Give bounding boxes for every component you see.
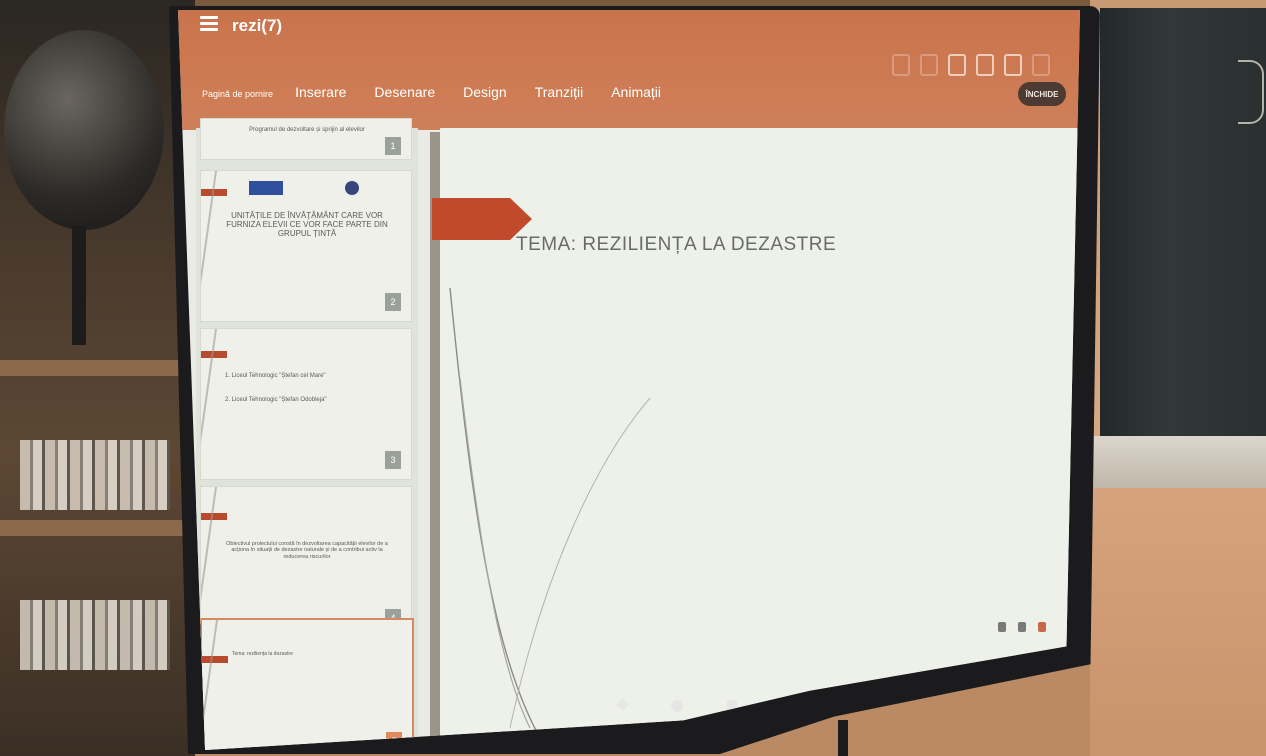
- chalk-drawing: [1238, 60, 1264, 124]
- accent-bar: [202, 656, 228, 663]
- books: [20, 600, 170, 670]
- decorative-line: [201, 487, 217, 637]
- ribbon-tabs: Pagină de pornire Inserare Desenare Desi…: [202, 84, 689, 100]
- notification-icon: [1038, 622, 1046, 632]
- wifi-icon: [998, 622, 1006, 632]
- document-title: rezi(7): [232, 16, 283, 35]
- bookshelf: [0, 0, 195, 756]
- shelf-board: [0, 520, 195, 536]
- slide-thumbnail-3[interactable]: 1. Liceul Tehnologic "Ștefan cel Mare" 2…: [200, 328, 412, 480]
- books: [20, 440, 170, 510]
- edit-icon[interactable]: [1004, 54, 1022, 76]
- thumbnail-text: 2. Liceul Tehnologic "Ștefan Odobleja": [225, 397, 327, 403]
- tab-insert[interactable]: Inserare: [295, 84, 346, 100]
- home-icon[interactable]: [671, 700, 683, 712]
- undo-icon[interactable]: [892, 54, 910, 76]
- tab-transitions[interactable]: Tranziții: [535, 84, 584, 100]
- slide-number: 3: [385, 451, 401, 469]
- accent-bar: [201, 351, 227, 358]
- tab-animations[interactable]: Animații: [611, 84, 661, 100]
- slide-decorative-lines: [449, 287, 651, 739]
- redo-icon[interactable]: [920, 54, 938, 76]
- globe-stand: [72, 225, 86, 345]
- monitor-stand: [838, 720, 848, 756]
- blackboard-frame: [1090, 436, 1266, 488]
- slide-thumbnail-1[interactable]: Programul de dezvoltare și sprijin al el…: [200, 118, 412, 160]
- tab-home[interactable]: Pagină de pornire: [202, 89, 273, 99]
- tab-design[interactable]: Design: [463, 84, 507, 100]
- slide-thumbnail-5[interactable]: Tema: reziliența la dezastre 5: [200, 618, 414, 750]
- screen: rezi(7) Pagină de pornire Inserare Desen…: [178, 10, 1080, 750]
- slide-number: 1: [385, 137, 401, 155]
- thumbnail-text: UNITĂȚILE DE ÎNVĂȚĂMÂNT CARE VOR FURNIZA…: [226, 211, 388, 239]
- battery-icon: [1018, 622, 1026, 632]
- slide-number: 2: [385, 293, 401, 311]
- slide-thumbnail-2[interactable]: UNITĂȚILE DE ÎNVĂȚĂMÂNT CARE VOR FURNIZA…: [200, 170, 412, 322]
- slide-thumbnails-panel[interactable]: Programul de dezvoltare și sprijin al el…: [196, 118, 418, 750]
- globe: [4, 30, 164, 230]
- slide-thumbnail-4[interactable]: Obiectivul proiectului constă în dezvolt…: [200, 486, 412, 638]
- thumbnail-text: Tema: reziliența la dezastre: [232, 651, 293, 657]
- thumbnail-text: Programul de dezvoltare și sprijin al el…: [249, 127, 365, 133]
- thumbnail-text: Obiectivul proiectului constă în dezvolt…: [226, 541, 388, 560]
- close-button[interactable]: ÎNCHIDE: [1018, 82, 1066, 106]
- back-icon[interactable]: [616, 698, 629, 711]
- system-tray: [986, 622, 1046, 632]
- shelf-board: [0, 360, 195, 376]
- present-icon[interactable]: [948, 54, 966, 76]
- slide-title[interactable]: TEMA: REZILIENȚA LA DEZASTRE: [516, 234, 836, 256]
- logo-icon: [345, 181, 359, 195]
- hamburger-menu-icon[interactable]: [200, 16, 218, 31]
- accent-bar: [201, 513, 227, 520]
- eu-flag-icon: [249, 181, 283, 195]
- tab-draw[interactable]: Desenare: [374, 84, 435, 100]
- logos: [249, 181, 359, 199]
- share-icon[interactable]: [976, 54, 994, 76]
- app-header: rezi(7) Pagină de pornire Inserare Desen…: [178, 10, 1080, 130]
- more-icon[interactable]: [1032, 54, 1050, 76]
- thumbnail-text: 1. Liceul Tehnologic "Ștefan cel Mare": [225, 373, 326, 379]
- toolbar: [882, 54, 1050, 76]
